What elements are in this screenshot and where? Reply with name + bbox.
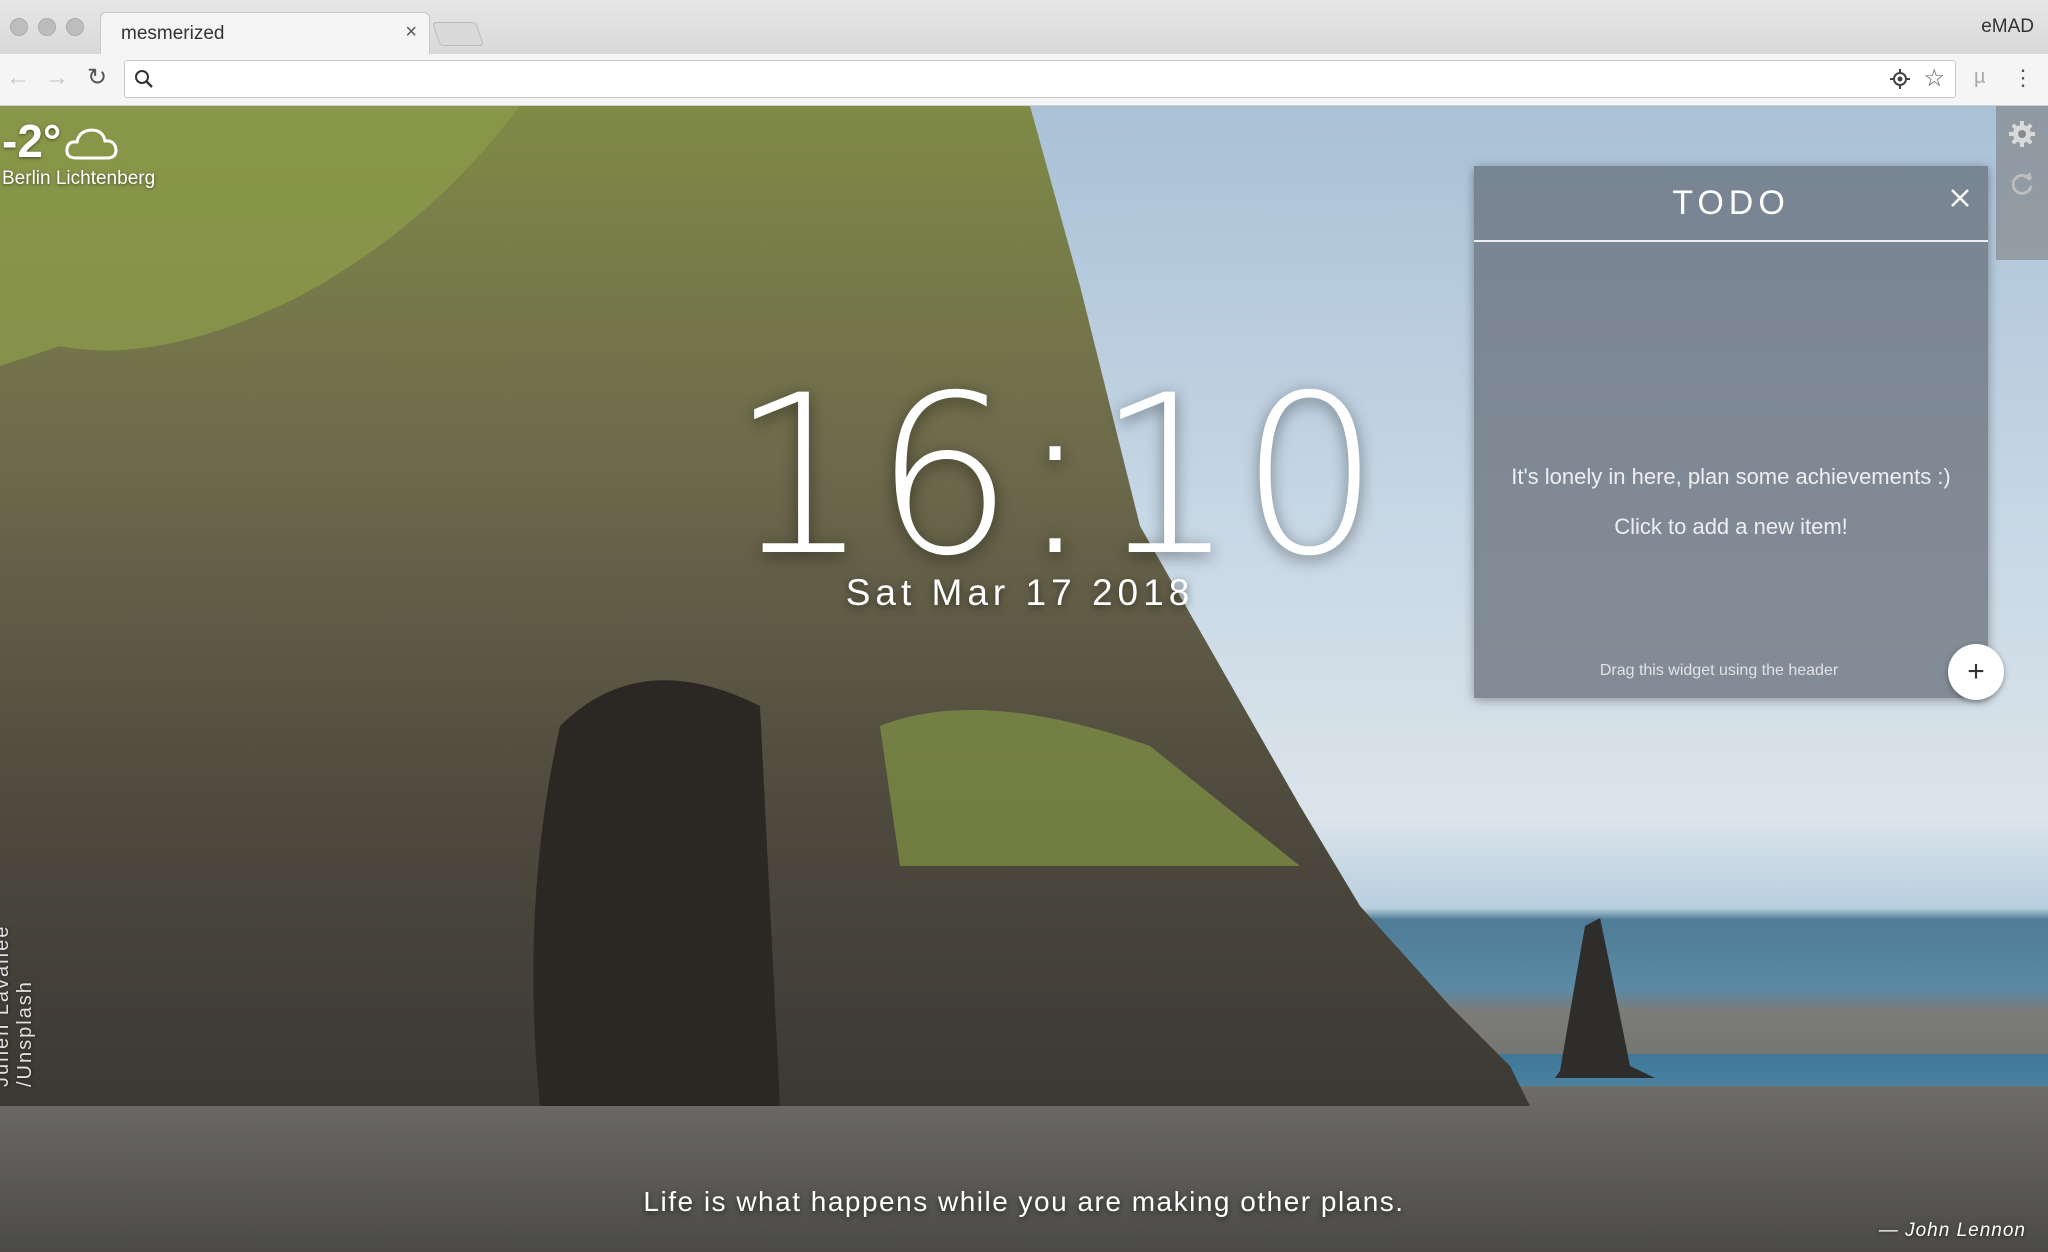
side-toolbar — [1996, 106, 2048, 260]
reload-button[interactable]: ↻ — [83, 64, 111, 92]
back-button[interactable]: ← — [4, 64, 32, 92]
tab-close-icon[interactable]: × — [405, 21, 417, 44]
profile-name[interactable]: eMAD — [1981, 16, 2034, 38]
address-bar[interactable]: ☆ — [124, 60, 1956, 98]
cloud-icon — [65, 128, 118, 160]
todo-drag-hint: Drag this widget using the header — [1599, 662, 1839, 679]
browser-titlebar: mesmerized × eMAD — [0, 0, 2048, 54]
todo-empty-message: It's lonely in here, plan some achieveme… — [1511, 464, 1951, 489]
add-todo-button[interactable]: + — [1948, 644, 2004, 700]
quote-author: — John Lennon — [1878, 1220, 2026, 1241]
search-icon — [135, 70, 153, 88]
photo-credit[interactable]: Julien Lavallée /Unsplash — [0, 815, 37, 1087]
browser-toolbar: ← → ↻ ☆ µ ⋮ — [0, 54, 2048, 106]
tab-title: mesmerized — [121, 23, 225, 44]
temperature: -2° — [2, 115, 62, 167]
clock-date: Sat Mar 17 2018 — [845, 572, 1195, 613]
weather-widget[interactable]: -2° Berlin Lichtenberg — [2, 118, 155, 190]
close-icon[interactable] — [1948, 186, 1972, 210]
todo-widget: TODO It's lonely in here, plan some achi… — [1474, 166, 1988, 698]
clock-time: 16:10 — [730, 348, 1385, 604]
bookmark-star-icon[interactable]: ☆ — [1923, 65, 1945, 93]
location-icon[interactable] — [1889, 68, 1911, 90]
weather-location: Berlin Lichtenberg — [2, 168, 156, 189]
gear-icon[interactable] — [2008, 120, 2036, 148]
quote-text: Life is what happens while you are makin… — [643, 1186, 1405, 1217]
maximize-window-button[interactable] — [66, 18, 84, 36]
new-tab-button[interactable] — [432, 22, 484, 46]
forward-button[interactable]: → — [43, 64, 71, 92]
new-tab-page: -2° Berlin Lichtenberg 16:10 Sat Mar 17 … — [0, 106, 2048, 1252]
todo-add-prompt[interactable]: Click to add a new item! — [1474, 514, 1988, 540]
close-window-button[interactable] — [10, 18, 28, 36]
address-input[interactable] — [165, 63, 1869, 97]
browser-menu-icon[interactable]: ⋮ — [2012, 64, 2034, 92]
extension-icon[interactable]: µ — [1974, 66, 1986, 89]
browser-tab[interactable]: mesmerized × — [100, 12, 430, 54]
minimize-window-button[interactable] — [38, 18, 56, 36]
refresh-background-icon[interactable] — [2008, 170, 2036, 198]
todo-title: TODO — [1672, 184, 1790, 222]
todo-header[interactable]: TODO — [1474, 166, 1988, 242]
